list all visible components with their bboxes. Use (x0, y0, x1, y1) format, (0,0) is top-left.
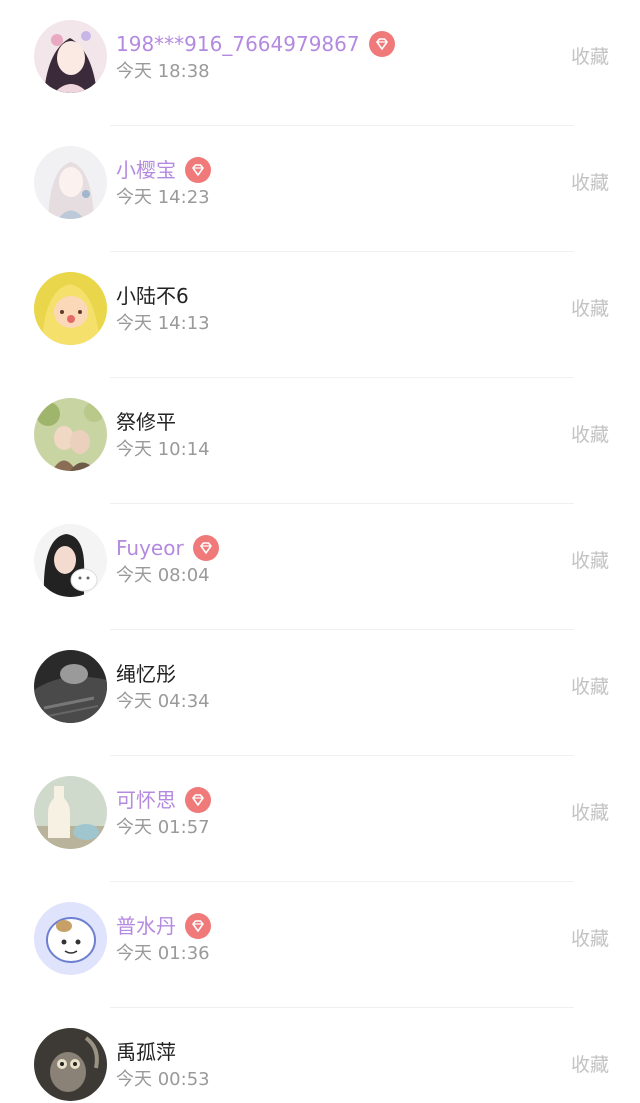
collect-button[interactable]: 收藏 (571, 170, 609, 196)
list-item[interactable]: 小陆不6 今天 14:13 收藏 (0, 252, 640, 378)
list-item[interactable]: 小樱宝 今天 14:23 收藏 (0, 126, 640, 252)
user-name: 小樱宝 (116, 158, 176, 182)
collect-button[interactable]: 收藏 (571, 44, 609, 70)
diamond-icon (185, 787, 211, 813)
list-item[interactable]: Fuyeor 今天 08:04 收藏 (0, 504, 640, 630)
diamond-icon (368, 31, 395, 57)
diamond-icon (185, 913, 211, 939)
anime-girl-avatar[interactable] (34, 20, 107, 93)
yellow-cartoon-avatar[interactable] (34, 272, 107, 345)
couple-illustration-avatar[interactable] (34, 398, 107, 471)
owl-photo-avatar[interactable] (34, 1028, 107, 1101)
list-item[interactable]: 198***916_7664979867 今天 18:38 收藏 (0, 0, 640, 126)
collect-button[interactable]: 收藏 (571, 926, 609, 952)
visit-time: 今天 10:14 (116, 439, 210, 460)
list-item[interactable]: 禹孤萍 今天 00:53 收藏 (0, 1008, 640, 1103)
collect-button[interactable]: 收藏 (571, 422, 609, 448)
bottle-still-life-avatar[interactable] (34, 776, 107, 849)
diamond-icon (192, 535, 219, 561)
monochrome-photo-avatar[interactable] (34, 650, 107, 723)
user-name: 可怀思 (116, 788, 176, 812)
list-item[interactable]: 可怀思 今天 01:57 收藏 (0, 756, 640, 882)
collect-button[interactable]: 收藏 (571, 548, 609, 574)
list-item[interactable]: 普水丹 今天 01:36 收藏 (0, 882, 640, 1008)
pale-girl-avatar[interactable] (34, 146, 107, 219)
visit-time: 今天 14:23 (116, 187, 210, 208)
visit-time: 今天 00:53 (116, 1069, 210, 1090)
user-name: 小陆不6 (116, 284, 189, 308)
collect-button[interactable]: 收藏 (571, 1052, 609, 1078)
user-name: Fuyeor (116, 536, 184, 560)
history-list: 198***916_7664979867 今天 18:38 收藏 小樱宝 今天 … (0, 0, 640, 1103)
collect-button[interactable]: 收藏 (571, 674, 609, 700)
collect-button[interactable]: 收藏 (571, 296, 609, 322)
user-name: 祭修平 (116, 410, 176, 434)
user-name: 绳忆彤 (116, 662, 176, 686)
visit-time: 今天 04:34 (116, 691, 210, 712)
diamond-icon (185, 157, 211, 183)
list-item[interactable]: 绳忆彤 今天 04:34 收藏 (0, 630, 640, 756)
user-name: 198***916_7664979867 (116, 32, 360, 56)
visit-time: 今天 18:38 (116, 61, 210, 82)
visit-time: 今天 01:57 (116, 817, 210, 838)
collect-button[interactable]: 收藏 (571, 800, 609, 826)
visit-time: 今天 08:04 (116, 565, 210, 586)
user-name: 禹孤萍 (116, 1040, 176, 1064)
list-item[interactable]: 祭修平 今天 10:14 收藏 (0, 378, 640, 504)
visit-time: 今天 14:13 (116, 313, 210, 334)
visit-time: 今天 01:36 (116, 943, 210, 964)
user-name: 普水丹 (116, 914, 176, 938)
girl-with-cat-avatar[interactable] (34, 524, 107, 597)
cartoon-kid-avatar[interactable] (34, 902, 107, 975)
